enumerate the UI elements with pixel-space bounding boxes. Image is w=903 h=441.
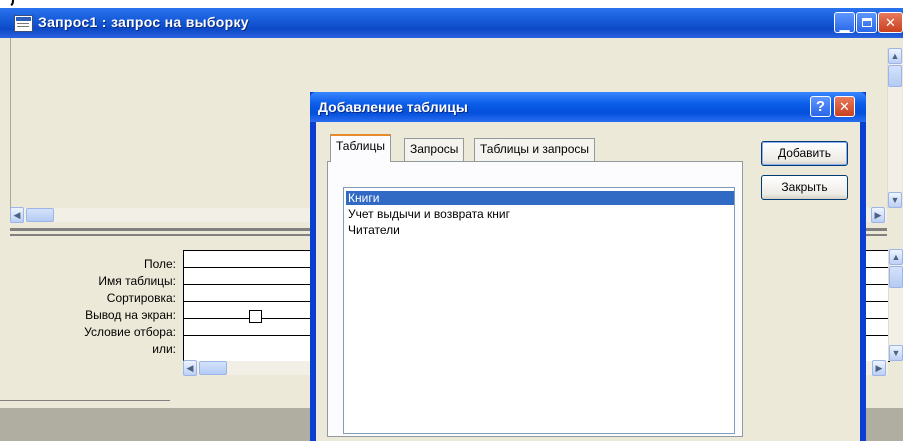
scroll-thumb[interactable]	[889, 266, 903, 288]
query-window-icon	[14, 15, 33, 32]
scroll-right-icon[interactable]: ▶	[872, 360, 886, 376]
grid-vscroll[interactable]: ▲ ▼	[888, 249, 903, 361]
scroll-thumb[interactable]	[888, 65, 902, 87]
grid-label-or: или:	[152, 342, 176, 356]
list-item[interactable]: Книги	[346, 191, 734, 205]
maximize-icon	[857, 13, 876, 32]
grid-label-table: Имя таблицы:	[98, 274, 176, 288]
show-checkbox[interactable]	[249, 310, 262, 323]
hscroll-thumb[interactable]	[199, 361, 227, 375]
table-list[interactable]: Книги Учет выдычи и возврата книг Читате…	[343, 187, 735, 434]
table-pane-vscroll[interactable]: ▲ ▼	[887, 48, 902, 208]
minimize-icon: ▁	[839, 17, 850, 32]
list-item[interactable]: Учет выдычи и возврата книг	[346, 207, 512, 221]
scroll-right-icon[interactable]: ▶	[871, 207, 885, 223]
close-icon: ✕	[885, 15, 896, 30]
hscroll-thumb[interactable]	[26, 208, 54, 222]
dialog-close-button[interactable]: ✕	[834, 96, 855, 117]
top-fragment	[0, 0, 14, 8]
query-window-titlebar[interactable]: Запрос1 : запрос на выборку ▁ ✕	[0, 8, 903, 38]
tab-queries[interactable]: Запросы	[404, 138, 465, 161]
scroll-left-icon[interactable]: ◀	[183, 360, 197, 376]
dialog-title: Добавление таблицы	[318, 99, 468, 115]
minimize-button[interactable]: ▁	[834, 12, 855, 33]
scroll-up-icon[interactable]: ▲	[889, 249, 903, 265]
close-window-button[interactable]: ✕	[878, 12, 903, 33]
tab-tables[interactable]: Таблицы	[330, 134, 392, 162]
scroll-down-icon[interactable]: ▼	[889, 345, 903, 361]
help-icon: ?	[815, 98, 826, 115]
grid-label-show: Вывод на экран:	[85, 308, 176, 322]
grid-label-field: Поле:	[143, 257, 176, 271]
add-button[interactable]: Добавить	[761, 141, 848, 166]
maximize-button[interactable]	[856, 12, 877, 33]
grid-label-sort: Сортировка:	[106, 291, 176, 305]
grid-label-criteria: Условие отбора:	[84, 325, 176, 339]
list-item[interactable]: Читатели	[346, 223, 402, 237]
query-window-title: Запрос1 : запрос на выборку	[38, 14, 249, 30]
close-button[interactable]: Закрыть	[761, 175, 848, 200]
scroll-left-icon[interactable]: ◀	[10, 207, 24, 223]
help-button[interactable]: ?	[810, 96, 831, 117]
tab-tables-and-queries[interactable]: Таблицы и запросы	[474, 138, 596, 161]
close-icon: ✕	[839, 99, 850, 114]
scroll-down-icon[interactable]: ▼	[888, 192, 902, 208]
dialog-titlebar[interactable]: Добавление таблицы ? ✕	[310, 92, 866, 122]
scroll-up-icon[interactable]: ▲	[888, 48, 902, 64]
